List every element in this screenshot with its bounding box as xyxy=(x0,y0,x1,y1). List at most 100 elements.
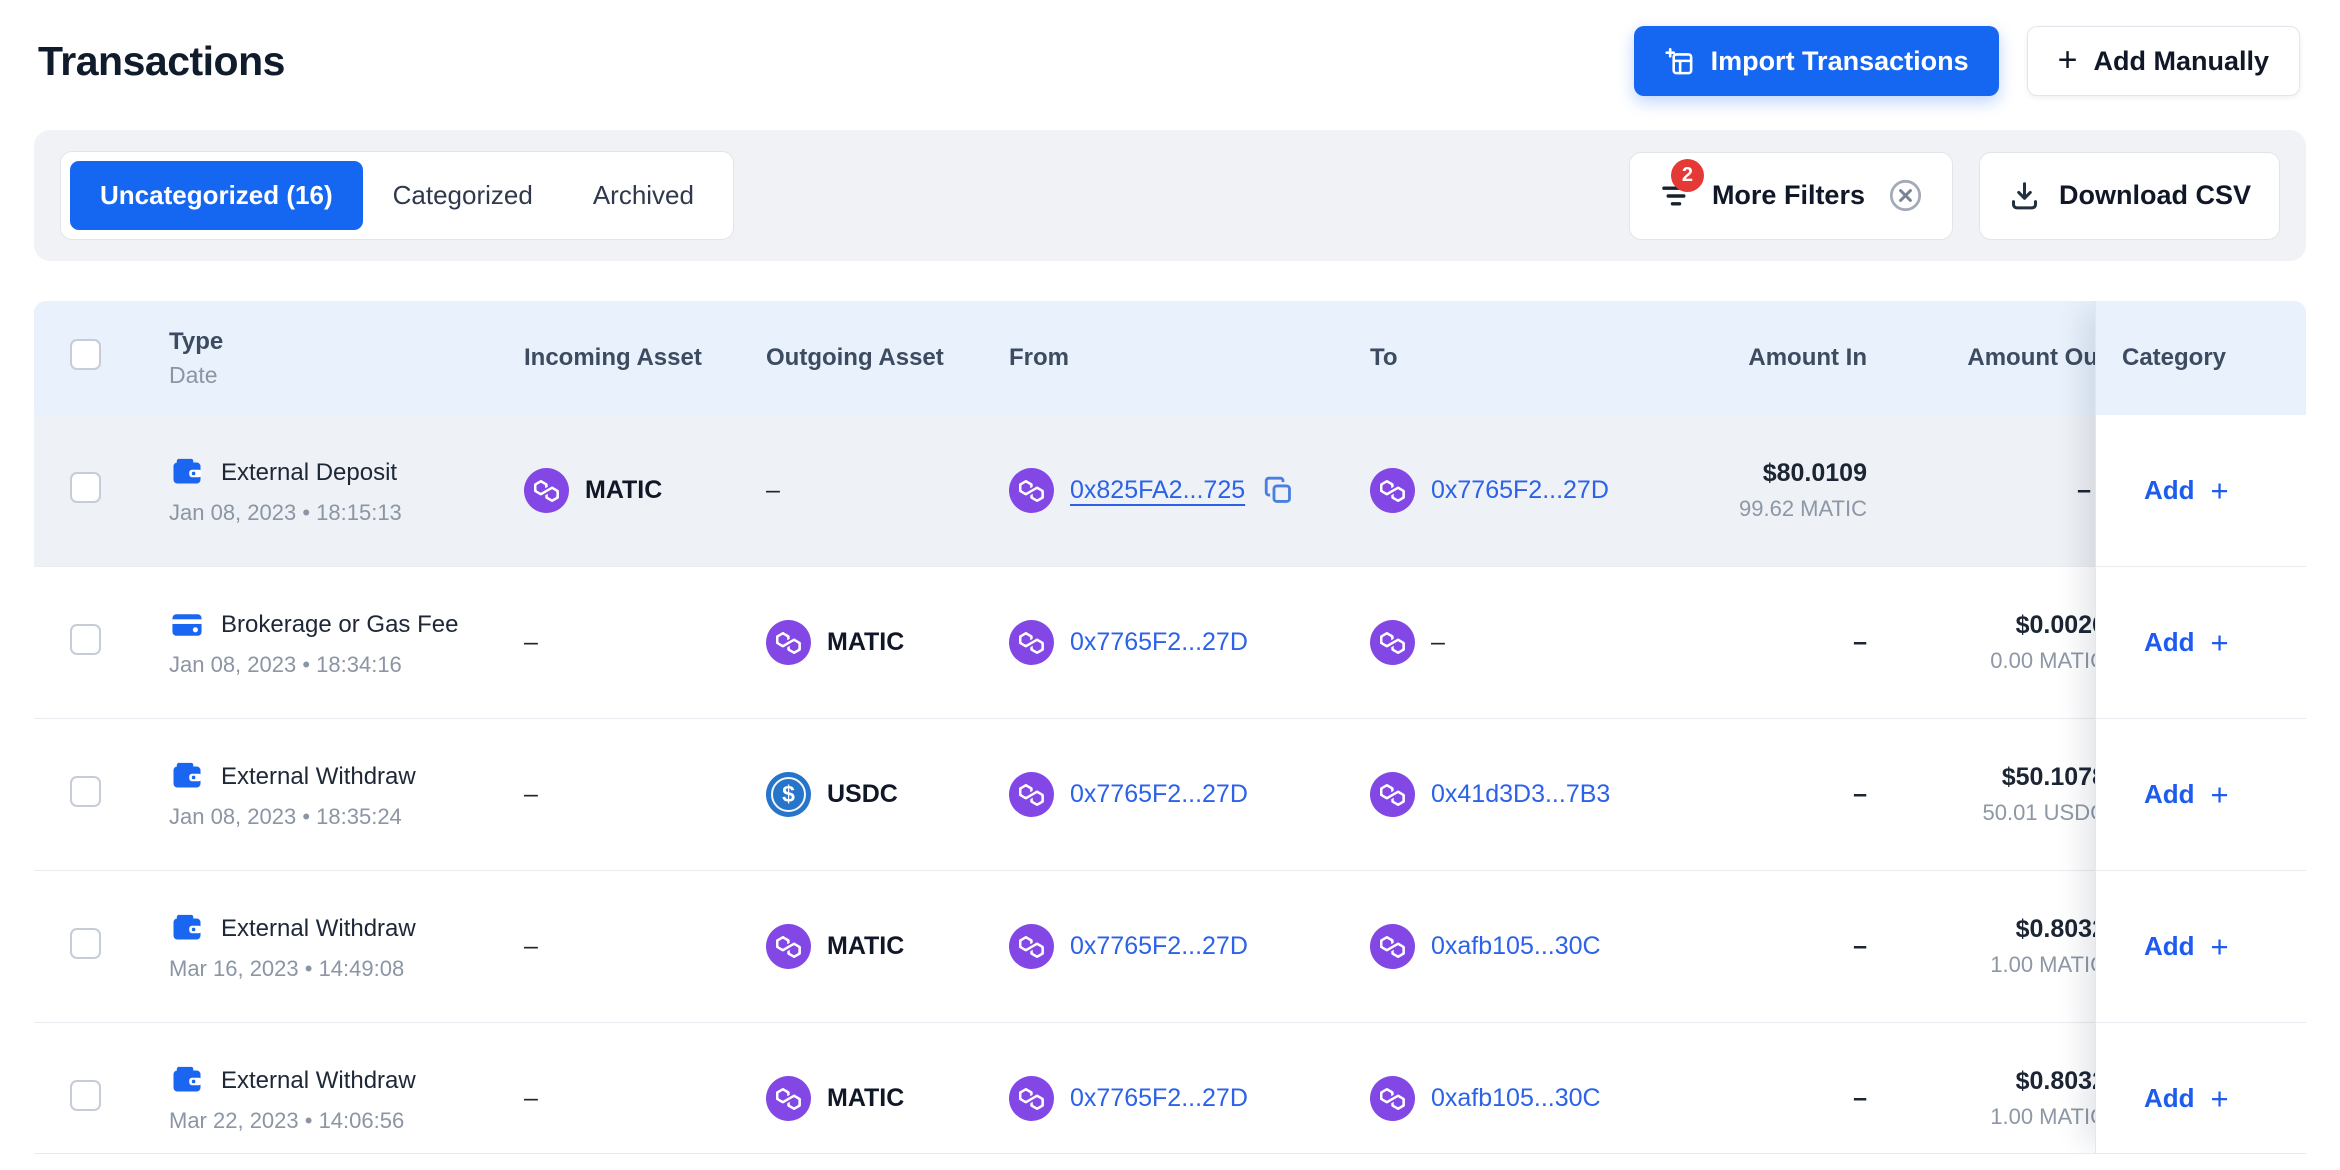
column-header-outgoing-asset: Outgoing Asset xyxy=(731,344,974,372)
add-manually-button[interactable]: + Add Manually xyxy=(2027,26,2300,96)
table-row[interactable]: External Withdraw Jan 08, 2023 • 18:35:2… xyxy=(34,719,2306,871)
matic-icon xyxy=(766,924,811,969)
to-address-link[interactable]: 0x7765F2...27D xyxy=(1431,476,1609,505)
top-bar: Transactions Import Transactions + Add M… xyxy=(0,0,2340,116)
table-row[interactable]: External Withdraw Mar 22, 2023 • 14:06:5… xyxy=(34,1023,2306,1154)
amount-out-fiat: – xyxy=(1965,476,2091,505)
transaction-date: Mar 22, 2023 • 14:06:56 xyxy=(169,1108,489,1134)
download-icon xyxy=(2008,179,2041,212)
download-csv-button[interactable]: Download CSV xyxy=(1979,152,2280,240)
polygon-chain-icon xyxy=(1370,468,1415,513)
outgoing-asset: USDC xyxy=(827,780,898,809)
tab-archived[interactable]: Archived xyxy=(563,161,724,230)
from-address-link[interactable]: 0x7765F2...27D xyxy=(1070,628,1248,657)
plus-icon: + xyxy=(2211,929,2229,965)
column-header-amount-in: Amount In xyxy=(1715,344,1965,372)
add-category-label: Add xyxy=(2144,475,2195,506)
more-filters-label: More Filters xyxy=(1712,180,1865,211)
transaction-date: Jan 08, 2023 • 18:15:13 xyxy=(169,500,489,526)
top-actions: Import Transactions + Add Manually xyxy=(1634,26,2300,96)
row-checkbox[interactable] xyxy=(70,472,101,503)
gas-fee-icon xyxy=(169,607,205,643)
add-category-button[interactable]: Add + xyxy=(2144,929,2229,965)
outgoing-asset: MATIC xyxy=(827,628,904,657)
table-row[interactable]: External Deposit Jan 08, 2023 • 18:15:13… xyxy=(34,415,2306,567)
polygon-chain-icon xyxy=(1370,772,1415,817)
from-address-link[interactable]: 0x7765F2...27D xyxy=(1070,780,1248,809)
row-checkbox[interactable] xyxy=(70,928,101,959)
column-header-date: Date xyxy=(169,362,489,389)
column-header-category: Category xyxy=(2096,301,2306,415)
amount-out-qty: 1.00 MATIC xyxy=(1965,1104,2106,1130)
amount-out-qty: 1.00 MATIC xyxy=(1965,952,2106,978)
add-category-label: Add xyxy=(2144,627,2195,658)
amount-out-qty: 0.00 MATIC xyxy=(1965,648,2106,674)
amount-out-fiat: $50.1078 xyxy=(1965,763,2106,792)
polygon-chain-icon xyxy=(1009,468,1054,513)
add-category-button[interactable]: Add + xyxy=(2144,777,2229,813)
add-category-button[interactable]: Add + xyxy=(2144,625,2229,661)
row-checkbox[interactable] xyxy=(70,624,101,655)
transaction-date: Jan 08, 2023 • 18:34:16 xyxy=(169,652,489,678)
table-row[interactable]: External Withdraw Mar 16, 2023 • 14:49:0… xyxy=(34,871,2306,1023)
transaction-type: External Withdraw xyxy=(221,763,416,791)
amount-in-fiat: – xyxy=(1715,1084,1867,1113)
external-deposit-icon xyxy=(169,455,205,491)
clear-filters-icon[interactable] xyxy=(1887,177,1924,214)
row-checkbox[interactable] xyxy=(70,776,101,807)
from-address-link[interactable]: 0x825FA2...725 xyxy=(1070,476,1245,505)
to-address-link[interactable]: 0xafb105...30C xyxy=(1431,1084,1601,1113)
select-all-checkbox[interactable] xyxy=(70,339,101,370)
incoming-asset: – xyxy=(524,932,538,960)
category-column: Category Add + Add + Add + Add + xyxy=(2095,301,2306,1153)
column-header-incoming-asset: Incoming Asset xyxy=(489,344,731,372)
filter-bar: Uncategorized (16) Categorized Archived … xyxy=(34,130,2306,261)
transaction-date: Jan 08, 2023 • 18:35:24 xyxy=(169,804,489,830)
add-category-label: Add xyxy=(2144,779,2195,810)
column-header-type: Type xyxy=(169,328,489,356)
plus-icon: + xyxy=(2058,43,2078,77)
tab-uncategorized[interactable]: Uncategorized (16) xyxy=(70,161,363,230)
incoming-asset: – xyxy=(524,628,538,656)
add-category-button[interactable]: Add + xyxy=(2144,1081,2229,1117)
copy-address-button[interactable] xyxy=(1263,475,1294,506)
import-icon xyxy=(1664,46,1695,77)
filter-actions: 2 More Filters Download CSV xyxy=(1629,152,2280,240)
to-address-link[interactable]: 0x41d3D3...7B3 xyxy=(1431,780,1610,809)
amount-out-qty: 50.01 USDC xyxy=(1965,800,2106,826)
incoming-asset: MATIC xyxy=(585,476,662,505)
to-address-link[interactable]: 0xafb105...30C xyxy=(1431,932,1601,961)
outgoing-asset: MATIC xyxy=(827,932,904,961)
page-title: Transactions xyxy=(38,38,285,85)
polygon-chain-icon xyxy=(1370,620,1415,665)
transactions-table: Type Date Incoming Asset Outgoing Asset … xyxy=(34,301,2306,1154)
incoming-asset: – xyxy=(524,1084,538,1112)
filter-count-badge: 2 xyxy=(1671,159,1704,192)
polygon-chain-icon xyxy=(1009,1076,1054,1121)
download-csv-label: Download CSV xyxy=(2059,180,2251,211)
more-filters-button[interactable]: 2 More Filters xyxy=(1629,152,1953,240)
column-header-from: From xyxy=(974,344,1335,372)
add-category-button[interactable]: Add + xyxy=(2144,473,2229,509)
table-row[interactable]: Brokerage or Gas Fee Jan 08, 2023 • 18:3… xyxy=(34,567,2306,719)
import-transactions-label: Import Transactions xyxy=(1711,46,1969,77)
external-withdraw-icon xyxy=(169,759,205,795)
plus-icon: + xyxy=(2211,473,2229,509)
row-checkbox[interactable] xyxy=(70,1080,101,1111)
add-category-label: Add xyxy=(2144,1083,2195,1114)
outgoing-asset: MATIC xyxy=(827,1084,904,1113)
amount-in-fiat: $80.0109 xyxy=(1715,459,1867,488)
amount-in-fiat: – xyxy=(1715,932,1867,961)
transaction-type: Brokerage or Gas Fee xyxy=(221,611,458,639)
transaction-type: External Withdraw xyxy=(221,915,416,943)
amount-out-fiat: $0.8032 xyxy=(1965,1067,2106,1096)
polygon-chain-icon xyxy=(1370,924,1415,969)
matic-icon xyxy=(524,468,569,513)
tab-categorized[interactable]: Categorized xyxy=(363,161,563,230)
amount-in-qty: 99.62 MATIC xyxy=(1715,496,1867,522)
from-address-link[interactable]: 0x7765F2...27D xyxy=(1070,1084,1248,1113)
from-address-link[interactable]: 0x7765F2...27D xyxy=(1070,932,1248,961)
transaction-type: External Deposit xyxy=(221,459,397,487)
import-transactions-button[interactable]: Import Transactions xyxy=(1634,26,1999,96)
amount-in-fiat: – xyxy=(1715,628,1867,657)
